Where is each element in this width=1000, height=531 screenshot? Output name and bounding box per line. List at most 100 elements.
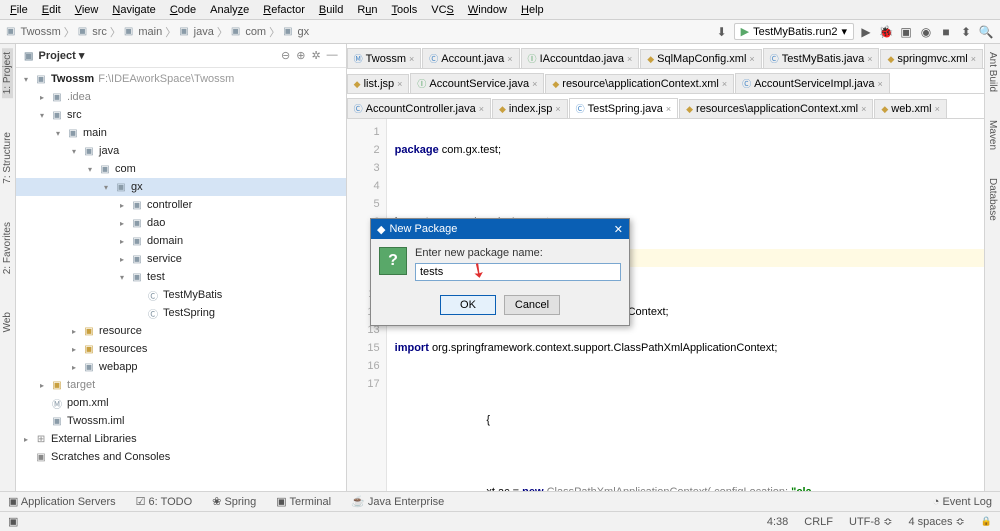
- tab-spring[interactable]: ❀ Spring: [212, 495, 256, 508]
- tree-extlib[interactable]: ▸⊞External Libraries: [16, 430, 346, 448]
- tree-src[interactable]: ▾▣src: [16, 106, 346, 124]
- crumb-main[interactable]: main: [138, 26, 162, 38]
- tab-terminal[interactable]: ▣ Terminal: [276, 495, 331, 508]
- tab-web[interactable]: Web: [2, 308, 13, 336]
- close-icon[interactable]: ×: [722, 79, 727, 89]
- menu-analyze[interactable]: Analyze: [204, 2, 255, 18]
- close-icon[interactable]: ×: [532, 79, 537, 89]
- tree-idea[interactable]: ▸▣.idea: [16, 88, 346, 106]
- tab-jee[interactable]: ☕ Java Enterprise: [351, 495, 444, 508]
- menu-edit[interactable]: Edit: [36, 2, 67, 18]
- vcs-button[interactable]: ⬍: [958, 24, 974, 40]
- stop-button[interactable]: ■: [938, 24, 954, 40]
- menu-view[interactable]: View: [69, 2, 105, 18]
- menu-code[interactable]: Code: [164, 2, 202, 18]
- close-icon[interactable]: ×: [507, 54, 512, 64]
- tab-accountserviceimpl[interactable]: ⒸAccountServiceImpl.java×: [735, 73, 890, 93]
- tree-testspring[interactable]: ⒸTestSpring: [16, 304, 346, 322]
- tree-pom[interactable]: Ⓜpom.xml: [16, 394, 346, 412]
- collapse-icon[interactable]: ⊖: [281, 49, 290, 62]
- profile-button[interactable]: ◉: [918, 24, 934, 40]
- locate-icon[interactable]: ⊕: [296, 49, 305, 62]
- tab-testmybatis[interactable]: ⒸTestMyBatis.java×: [763, 48, 880, 68]
- tab-accountcontroller[interactable]: ⒸAccountController.java×: [347, 98, 491, 118]
- tree-webapp[interactable]: ▸▣webapp: [16, 358, 346, 376]
- close-icon[interactable]: ×: [627, 54, 632, 64]
- tab-list[interactable]: ◆list.jsp×: [347, 74, 410, 93]
- search-button[interactable]: 🔍: [978, 24, 994, 40]
- event-log[interactable]: ◔ Event Log: [933, 496, 992, 508]
- tab-twossm[interactable]: ⓂTwossm×: [347, 48, 422, 68]
- tab-webxml[interactable]: ◆web.xml×: [874, 99, 947, 118]
- crumb-src[interactable]: src: [92, 26, 107, 38]
- tree-testmybatis[interactable]: ⒸTestMyBatis: [16, 286, 346, 304]
- tree-service[interactable]: ▸▣service: [16, 250, 346, 268]
- crumb-gx[interactable]: gx: [298, 26, 310, 38]
- encoding[interactable]: UTF-8 ≎: [849, 515, 892, 528]
- tree-java[interactable]: ▾▣java: [16, 142, 346, 160]
- close-icon[interactable]: ×: [971, 54, 976, 64]
- menu-window[interactable]: Window: [462, 2, 513, 18]
- tab-iaccountdao[interactable]: ⒾIAccountdao.java×: [521, 48, 640, 68]
- tree-resource[interactable]: ▸▣resource: [16, 322, 346, 340]
- project-tree[interactable]: ▾▣TwossmF:\IDEAworkSpace\Twossm ▸▣.idea …: [16, 68, 346, 491]
- close-icon[interactable]: ×: [555, 104, 560, 114]
- tree-resources[interactable]: ▸▣resources: [16, 340, 346, 358]
- tab-appctx1[interactable]: ◆resource\applicationContext.xml×: [545, 74, 734, 93]
- tab-todo[interactable]: ☑ 6: TODO: [136, 495, 193, 508]
- close-icon[interactable]: ×: [479, 104, 484, 114]
- close-icon[interactable]: ×: [878, 79, 883, 89]
- tree-root[interactable]: ▾▣TwossmF:\IDEAworkSpace\Twossm: [16, 70, 346, 88]
- close-icon[interactable]: ×: [397, 79, 402, 89]
- tab-index[interactable]: ◆index.jsp×: [492, 99, 568, 118]
- tree-main[interactable]: ▾▣main: [16, 124, 346, 142]
- tab-appservers[interactable]: ▣ Application Servers: [8, 495, 116, 508]
- menu-file[interactable]: File: [4, 2, 34, 18]
- run-config-select[interactable]: ▶ TestMyBatis.run2 ▾: [734, 23, 854, 40]
- tab-springmvc[interactable]: ◆springmvc.xml×: [880, 49, 982, 68]
- status-icon[interactable]: ▣: [8, 515, 18, 528]
- tab-maven[interactable]: Maven: [987, 116, 998, 154]
- tab-appctx2[interactable]: ◆resources\applicationContext.xml×: [679, 99, 873, 118]
- tree-domain[interactable]: ▸▣domain: [16, 232, 346, 250]
- menu-help[interactable]: Help: [515, 2, 550, 18]
- close-icon[interactable]: ×: [409, 54, 414, 64]
- run-button[interactable]: ▶: [858, 24, 874, 40]
- hide-icon[interactable]: —: [327, 49, 338, 62]
- close-icon[interactable]: ✕: [614, 223, 623, 236]
- ok-button[interactable]: OK: [440, 295, 496, 315]
- coverage-button[interactable]: ▣: [898, 24, 914, 40]
- crumb-java[interactable]: java: [194, 26, 214, 38]
- tab-structure[interactable]: 7: Structure: [2, 128, 13, 188]
- tab-account[interactable]: ⒸAccount.java×: [422, 48, 519, 68]
- tree-com[interactable]: ▾▣com: [16, 160, 346, 178]
- tab-project[interactable]: 1: Project: [2, 48, 13, 98]
- tab-accountservice[interactable]: ⒾAccountService.java×: [410, 73, 544, 93]
- line-sep[interactable]: CRLF: [804, 516, 833, 528]
- tree-target[interactable]: ▸▣target: [16, 376, 346, 394]
- close-icon[interactable]: ×: [861, 104, 866, 114]
- lock-icon[interactable]: 🔒: [981, 516, 992, 527]
- menu-tools[interactable]: Tools: [386, 2, 424, 18]
- tab-testspring[interactable]: ⒸTestSpring.java×: [569, 98, 679, 118]
- cancel-button[interactable]: Cancel: [504, 295, 560, 315]
- indent[interactable]: 4 spaces ≎: [908, 515, 964, 528]
- tree-dao[interactable]: ▸▣dao: [16, 214, 346, 232]
- menu-navigate[interactable]: Navigate: [106, 2, 161, 18]
- dialog-titlebar[interactable]: ◆New Package ✕: [371, 219, 629, 239]
- close-icon[interactable]: ×: [749, 54, 754, 64]
- menu-build[interactable]: Build: [313, 2, 349, 18]
- package-name-input[interactable]: [415, 263, 621, 281]
- crumb-project[interactable]: Twossm: [20, 26, 60, 38]
- build-icon[interactable]: ⬇: [714, 24, 730, 40]
- menu-refactor[interactable]: Refactor: [257, 2, 311, 18]
- gear-icon[interactable]: ✲: [311, 49, 320, 62]
- close-icon[interactable]: ×: [666, 104, 671, 114]
- close-icon[interactable]: ×: [935, 104, 940, 114]
- menu-vcs[interactable]: VCS: [425, 2, 460, 18]
- tab-ant[interactable]: Ant Build: [987, 48, 998, 96]
- tab-database[interactable]: Database: [987, 174, 998, 225]
- tab-sqlmap[interactable]: ◆SqlMapConfig.xml×: [640, 49, 761, 68]
- crumb-com[interactable]: com: [245, 26, 266, 38]
- tab-favorites[interactable]: 2: Favorites: [2, 218, 13, 278]
